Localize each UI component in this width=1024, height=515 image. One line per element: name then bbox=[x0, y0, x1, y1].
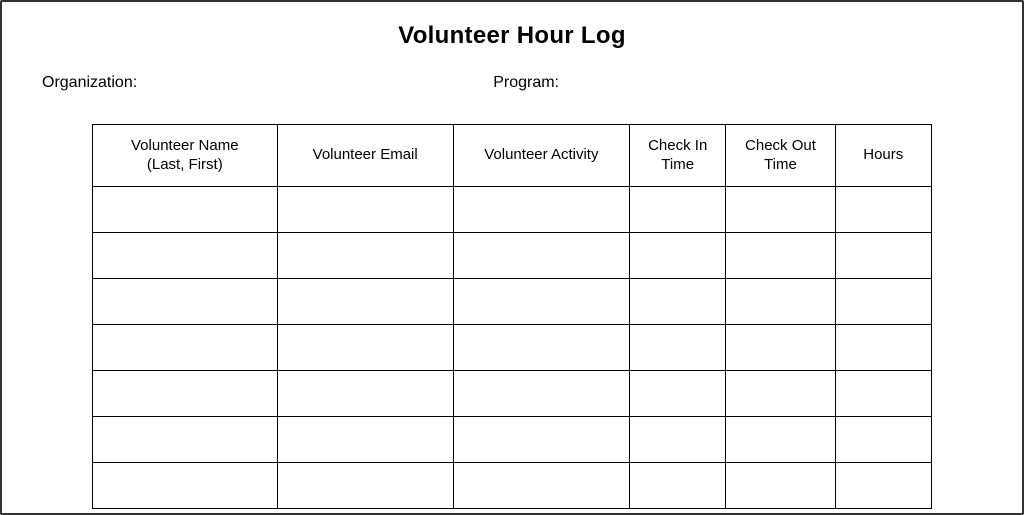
cell-name[interactable] bbox=[93, 417, 278, 463]
cell-hours[interactable] bbox=[835, 371, 932, 417]
cell-email[interactable] bbox=[277, 371, 453, 417]
organization-label: Organization: bbox=[42, 74, 493, 92]
program-label: Program: bbox=[493, 74, 982, 92]
cell-checkout[interactable] bbox=[726, 233, 835, 279]
table-row bbox=[93, 463, 932, 509]
cell-checkout[interactable] bbox=[726, 325, 835, 371]
cell-hours[interactable] bbox=[835, 233, 932, 279]
table-row bbox=[93, 187, 932, 233]
cell-checkout[interactable] bbox=[726, 187, 835, 233]
cell-activity[interactable] bbox=[453, 279, 629, 325]
cell-activity[interactable] bbox=[453, 417, 629, 463]
col-header-checkin-line1: Check In bbox=[648, 137, 707, 154]
col-header-activity: Volunteer Activity bbox=[453, 125, 629, 187]
col-header-checkin: Check In Time bbox=[629, 125, 725, 187]
cell-activity[interactable] bbox=[453, 187, 629, 233]
col-header-name: Volunteer Name (Last, First) bbox=[93, 125, 278, 187]
table-row bbox=[93, 325, 932, 371]
col-header-checkout-line2: Time bbox=[764, 156, 797, 173]
cell-checkin[interactable] bbox=[629, 279, 725, 325]
cell-checkin[interactable] bbox=[629, 371, 725, 417]
cell-name[interactable] bbox=[93, 233, 278, 279]
col-header-name-line2: (Last, First) bbox=[147, 156, 223, 173]
cell-activity[interactable] bbox=[453, 233, 629, 279]
cell-checkin[interactable] bbox=[629, 325, 725, 371]
table-header-row: Volunteer Name (Last, First) Volunteer E… bbox=[93, 125, 932, 187]
cell-email[interactable] bbox=[277, 233, 453, 279]
table-row bbox=[93, 233, 932, 279]
col-header-name-line1: Volunteer Name bbox=[131, 137, 239, 154]
cell-email[interactable] bbox=[277, 463, 453, 509]
col-header-hours: Hours bbox=[835, 125, 932, 187]
cell-name[interactable] bbox=[93, 187, 278, 233]
meta-row: Organization: Program: bbox=[42, 74, 982, 92]
cell-hours[interactable] bbox=[835, 187, 932, 233]
cell-activity[interactable] bbox=[453, 371, 629, 417]
cell-hours[interactable] bbox=[835, 279, 932, 325]
cell-email[interactable] bbox=[277, 417, 453, 463]
cell-email[interactable] bbox=[277, 279, 453, 325]
cell-hours[interactable] bbox=[835, 417, 932, 463]
cell-hours[interactable] bbox=[835, 463, 932, 509]
cell-name[interactable] bbox=[93, 371, 278, 417]
cell-checkin[interactable] bbox=[629, 417, 725, 463]
cell-name[interactable] bbox=[93, 279, 278, 325]
cell-checkout[interactable] bbox=[726, 417, 835, 463]
cell-checkout[interactable] bbox=[726, 463, 835, 509]
table-row bbox=[93, 279, 932, 325]
cell-name[interactable] bbox=[93, 463, 278, 509]
col-header-email: Volunteer Email bbox=[277, 125, 453, 187]
col-header-checkout: Check Out Time bbox=[726, 125, 835, 187]
cell-activity[interactable] bbox=[453, 463, 629, 509]
cell-checkout[interactable] bbox=[726, 279, 835, 325]
cell-checkin[interactable] bbox=[629, 187, 725, 233]
table-row bbox=[93, 371, 932, 417]
table-wrapper: Volunteer Name (Last, First) Volunteer E… bbox=[42, 124, 982, 509]
cell-checkin[interactable] bbox=[629, 463, 725, 509]
cell-activity[interactable] bbox=[453, 325, 629, 371]
cell-hours[interactable] bbox=[835, 325, 932, 371]
cell-checkout[interactable] bbox=[726, 371, 835, 417]
col-header-checkin-line2: Time bbox=[661, 156, 694, 173]
cell-checkin[interactable] bbox=[629, 233, 725, 279]
table-body bbox=[93, 187, 932, 509]
document-page: Volunteer Hour Log Organization: Program… bbox=[0, 0, 1024, 515]
volunteer-log-table: Volunteer Name (Last, First) Volunteer E… bbox=[92, 124, 932, 509]
cell-email[interactable] bbox=[277, 325, 453, 371]
col-header-checkout-line1: Check Out bbox=[745, 137, 816, 154]
cell-email[interactable] bbox=[277, 187, 453, 233]
cell-name[interactable] bbox=[93, 325, 278, 371]
table-row bbox=[93, 417, 932, 463]
page-title: Volunteer Hour Log bbox=[42, 22, 982, 50]
